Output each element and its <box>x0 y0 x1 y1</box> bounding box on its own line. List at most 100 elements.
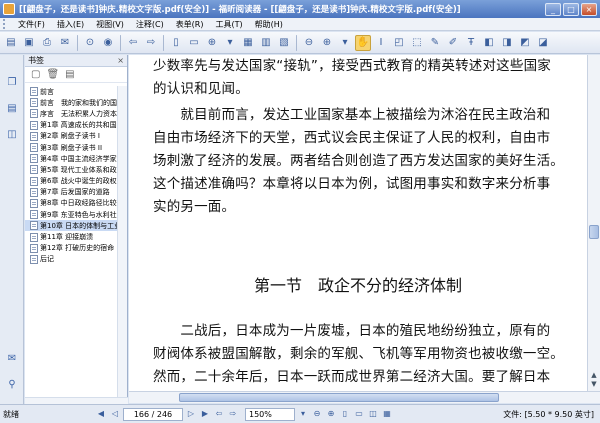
menu-insert[interactable]: 插入(E) <box>51 19 90 30</box>
comments-panel-icon[interactable]: ✉ <box>5 351 19 365</box>
bookmark-item[interactable]: 第1章 高速成长的共和国 <box>25 120 127 131</box>
bookmark-item[interactable]: 第5章 现代工业体系和政 <box>25 164 127 175</box>
zoom-dropdown-icon[interactable]: ▾ <box>222 35 238 51</box>
typewriter-icon[interactable]: Ŧ <box>463 35 479 51</box>
shape-tool-icon[interactable]: ◪ <box>535 35 551 51</box>
horizontal-scroll-thumb[interactable] <box>179 393 499 402</box>
open-icon[interactable]: ▤ <box>3 35 19 51</box>
menu-form[interactable]: 表单(R) <box>170 19 210 30</box>
close-icon[interactable]: × <box>117 56 124 65</box>
bookmark-page-icon <box>30 143 38 153</box>
bookmark-label: 后记 <box>40 255 54 264</box>
bookmark-item[interactable]: 第2章 刷盘子读书 I <box>25 131 127 142</box>
document-paragraph: 二战后，日本成为一片废墟，日本的殖民地纷纷独立，原有的 财阀体系被盟国解散，剩余的… <box>153 320 564 389</box>
vertical-scrollbar[interactable]: ▲ ▼ <box>587 55 600 391</box>
bookmark-options-icon[interactable]: ▤ <box>65 69 74 80</box>
page-number-field[interactable]: 166 / 246 <box>123 407 183 421</box>
select-text-icon[interactable]: Ⅰ <box>373 35 389 51</box>
zoom-icon[interactable]: ⊕ <box>204 35 220 51</box>
go-forward-button[interactable]: ⇨ <box>227 408 239 420</box>
bookmark-label: 第9章 东亚特色与水利社 <box>40 210 117 219</box>
delete-bookmark-icon[interactable]: 🗑 <box>46 69 59 80</box>
select-area-icon[interactable]: ⬚ <box>409 35 425 51</box>
zoom-out-icon[interactable]: ⊖ <box>301 35 317 51</box>
next-page-button[interactable]: ▷ <box>185 408 197 420</box>
go-back-button[interactable]: ⇦ <box>213 408 225 420</box>
document-line: 少数率先与发达国家“接轨”，接受西式教育的精英转述对这些国家 <box>153 58 551 74</box>
line-tool-icon[interactable]: ◩ <box>517 35 533 51</box>
snapshot-icon[interactable]: ◰ <box>391 35 407 51</box>
bookmark-item[interactable]: 第9章 东亚特色与水利社 <box>25 209 127 220</box>
bookmark-item[interactable]: 第10章 日本的体制与工业 <box>25 220 127 232</box>
zoom-in-icon[interactable]: ⊕ <box>319 35 335 51</box>
attachment-icon[interactable]: ◨ <box>499 35 515 51</box>
bookmark-page-icon <box>30 165 38 175</box>
email-icon[interactable]: ✉ <box>57 35 73 51</box>
close-button[interactable]: × <box>581 2 597 16</box>
document-paragraph: 就目前而言，发达工业国家基本上被描绘为沐浴在民主政治和 自由市场经济下的天堂，西式… <box>153 104 564 219</box>
bookmark-item[interactable]: 第12章 打破历史的宿命 <box>25 243 127 254</box>
bookmark-item[interactable]: 序言 无法积累人力资本 <box>25 108 127 119</box>
navigation-panel-tabs: ❐ ▤ ◫ ✉ ⚲ <box>0 55 24 407</box>
continuous-view-icon[interactable]: ▭ <box>353 408 365 420</box>
forward-icon[interactable]: ⇨ <box>143 35 159 51</box>
highlight-icon[interactable]: ✐ <box>445 35 461 51</box>
menu-grip[interactable] <box>3 19 9 29</box>
zoom-menu-icon[interactable]: ▾ <box>337 35 353 51</box>
menu-view[interactable]: 视图(V) <box>90 19 130 30</box>
bookmark-item[interactable]: 前言 <box>25 86 127 97</box>
facing-view-icon[interactable]: ◫ <box>367 408 379 420</box>
bookmark-item[interactable]: 后记 <box>25 254 127 265</box>
single-page-view-icon[interactable]: ▯ <box>339 408 351 420</box>
bookmark-item[interactable]: 第11章 迎接崩溃 <box>25 231 127 242</box>
bookmarks-scrollbar[interactable] <box>117 86 127 407</box>
zoom-in-button[interactable]: ⊕ <box>325 408 337 420</box>
bookmark-item[interactable]: 第3章 刷盘子读书 II <box>25 142 127 153</box>
bookmark-panel-icon[interactable]: ❐ <box>5 75 19 89</box>
continuous-facing-view-icon[interactable]: ▦ <box>381 408 393 420</box>
fit-width-icon[interactable]: ▦ <box>240 35 256 51</box>
add-bookmark-icon[interactable]: ▢ <box>31 69 40 80</box>
bookmark-page-icon <box>30 187 38 197</box>
menu-comment[interactable]: 注释(C) <box>130 19 170 30</box>
bookmark-page-icon <box>30 198 38 208</box>
fit-visible-icon[interactable]: ▥ <box>258 35 274 51</box>
menu-help[interactable]: 帮助(H) <box>249 19 289 30</box>
zoom-out-button[interactable]: ⊖ <box>311 408 323 420</box>
menu-file[interactable]: 文件(F) <box>12 19 51 30</box>
previous-page-button[interactable]: ◁ <box>109 408 121 420</box>
window-title: [[翩盘子，还是读书]钟庆.精校文字版.pdf(安全)] - 福昕阅读器 - [… <box>19 5 461 15</box>
bookmark-item[interactable]: 第7章 后发国家的道路 <box>25 187 127 198</box>
zoom-level-field[interactable]: 150% <box>245 407 295 421</box>
back-icon[interactable]: ⇦ <box>125 35 141 51</box>
horizontal-scrollbar[interactable] <box>129 391 600 403</box>
first-page-icon[interactable]: ⊙ <box>82 35 98 51</box>
continuous-page-icon[interactable]: ▭ <box>186 35 202 51</box>
zoom-dropdown-icon[interactable]: ▾ <box>297 408 309 420</box>
layers-icon[interactable]: ◫ <box>5 127 19 141</box>
actual-size-icon[interactable]: ▧ <box>276 35 292 51</box>
note-icon[interactable]: ✎ <box>427 35 443 51</box>
first-page-button[interactable]: ◀ <box>95 408 107 420</box>
fit-page-icon[interactable]: ◉ <box>100 35 116 51</box>
menu-tools[interactable]: 工具(T) <box>210 19 249 30</box>
last-page-button[interactable]: ▶ <box>199 408 211 420</box>
bookmark-page-icon <box>30 109 38 119</box>
bookmark-item[interactable]: 第8章 中日政经路径比较 <box>25 198 127 209</box>
bookmarks-toolbar: ▢ 🗑 ▤ <box>25 67 127 83</box>
attachment-panel-icon[interactable]: ⚲ <box>5 377 19 391</box>
bookmark-item[interactable]: 前言 我的家和我们的国 <box>25 97 127 108</box>
vertical-scroll-thumb[interactable] <box>589 225 599 239</box>
single-page-icon[interactable]: ▯ <box>168 35 184 51</box>
document-view[interactable]: 少数率先与发达国家“接轨”，接受西式教育的精英转述对这些国家 的认识和见闻。 就目… <box>129 55 587 391</box>
stamp-icon[interactable]: ◧ <box>481 35 497 51</box>
next-page-icon[interactable]: ▼ <box>589 380 599 390</box>
print-icon[interactable]: ⎙ <box>39 35 55 51</box>
bookmark-item[interactable]: 第4章 中国主流经济学家 <box>25 153 127 164</box>
hand-tool-icon[interactable]: ✋ <box>355 34 371 51</box>
page-thumbnail-icon[interactable]: ▤ <box>5 101 19 115</box>
save-icon[interactable]: ▣ <box>21 35 37 51</box>
bookmark-item[interactable]: 第6章 战火中诞生的政权 <box>25 176 127 187</box>
minimize-button[interactable]: _ <box>545 2 561 16</box>
maximize-button[interactable]: □ <box>563 2 579 16</box>
